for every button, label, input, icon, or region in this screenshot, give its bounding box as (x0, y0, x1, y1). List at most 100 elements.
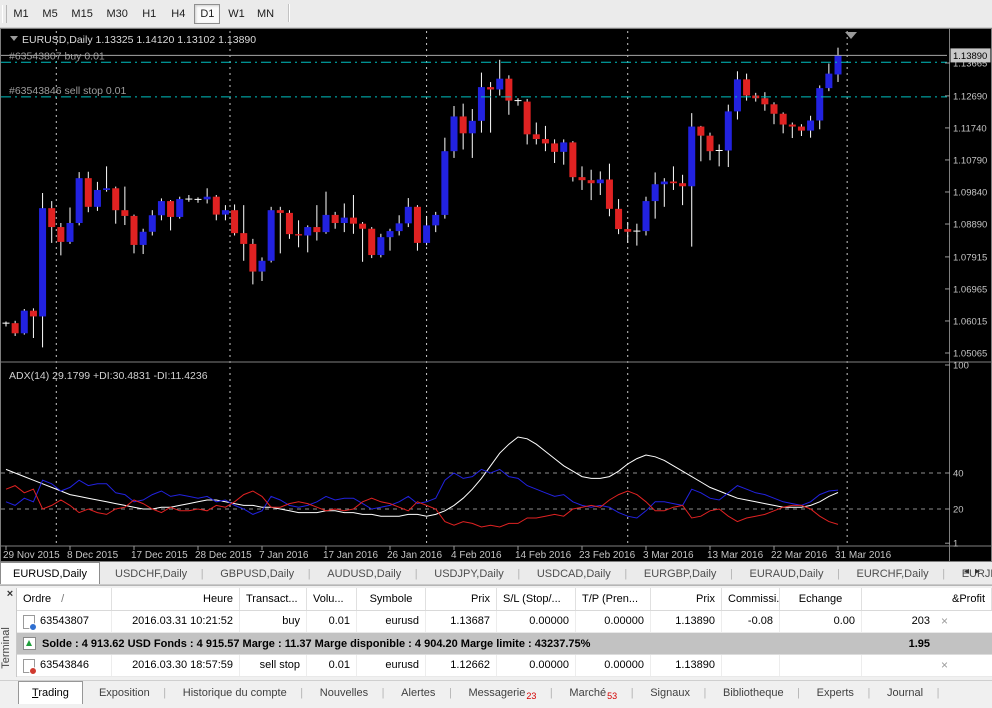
timeframe-button-m30[interactable]: M30 (101, 4, 133, 24)
date-tick-label: 28 Dec 2015 (195, 550, 252, 561)
tab-scroll-right-icon[interactable]: ▸ (975, 566, 986, 577)
price-tick-label: 1.05065 (953, 349, 987, 360)
symbol-tab-bar: EURUSD,Daily USDCHF,Daily| GBPUSD,Daily|… (0, 562, 992, 585)
column-header-tp[interactable]: T/P (Pren... (576, 588, 651, 610)
terminal-tab-bibliotheque[interactable]: Bibliotheque (710, 682, 797, 705)
timeframe-button-m5[interactable]: M5 (37, 4, 63, 24)
toolbar-grip[interactable] (2, 5, 7, 23)
tab-separator: | (306, 568, 312, 580)
symbol-tab-gbpusd[interactable]: GBPUSD,Daily (208, 563, 306, 585)
column-header-ordre[interactable]: Ordre/ (17, 588, 112, 610)
terminal-tab-messagerie[interactable]: Messagerie23 (455, 682, 549, 705)
tab-label: Messagerie (468, 687, 525, 699)
price-tick-label: 1.07915 (953, 252, 987, 263)
balance-row[interactable]: Solde : 4 913.62 USD Fonds : 4 915.57 Ma… (17, 633, 992, 655)
column-header-profit[interactable]: &Profit (862, 588, 992, 610)
column-header-prix-open[interactable]: Prix (426, 588, 497, 610)
symbol-tab-euraud[interactable]: EURAUD,Daily (737, 563, 835, 585)
date-tick-label: 8 Dec 2015 (67, 550, 119, 561)
timeframe-button-d1[interactable]: D1 (194, 4, 220, 24)
symbol-tab-usdcad[interactable]: USDCAD,Daily (525, 563, 623, 585)
terminal-tab-journal[interactable]: Journal (874, 682, 936, 705)
order-row-buy[interactable]: 63543807 2016.03.31 10:21:52 buy 0.01 eu… (17, 611, 992, 633)
date-tick-label: 4 Feb 2016 (451, 550, 502, 561)
tab-separator: | (941, 568, 947, 580)
terminal-tab-nouvelles[interactable]: Nouvelles (307, 682, 381, 705)
order-row-sell-stop[interactable]: 63543846 2016.03.30 18:57:59 sell stop 0… (17, 655, 992, 677)
tab-scroll-left-icon[interactable]: ◂ (964, 566, 975, 577)
terminal-tab-marche[interactable]: Marché53 (556, 682, 630, 705)
marche-badge: 53 (607, 691, 617, 701)
messagerie-badge: 23 (526, 691, 536, 701)
order-close-icon[interactable]: × (941, 655, 948, 676)
terminal-tab-trading[interactable]: Trading (18, 681, 83, 704)
tab-separator: | (300, 687, 304, 699)
terminal-tab-exposition[interactable]: Exposition (86, 682, 163, 705)
order-type: buy (240, 611, 307, 632)
date-tick-label: 22 Mar 2016 (771, 550, 828, 561)
order-ticket-cell: 63543846 (17, 655, 112, 676)
terminal-tab-experts[interactable]: Experts (804, 682, 867, 705)
timeframe-button-mn[interactable]: MN (253, 4, 279, 24)
date-tick-label: 3 Mar 2016 (643, 550, 694, 561)
timeframe-button-h1[interactable]: H1 (136, 4, 162, 24)
order-open-price: 1.13687 (426, 611, 497, 632)
order-tp: 0.00000 (576, 655, 651, 676)
indicator-tick-label: 20 (953, 505, 964, 516)
price-tick-label: 1.08890 (953, 220, 987, 231)
symbol-tab-usdchf[interactable]: USDCHF,Daily (103, 563, 199, 585)
tab-separator: | (623, 568, 629, 580)
chart-window[interactable]: #63543807 buy 0.01#63543846 sell stop 0.… (0, 28, 992, 562)
price-tick-label: 1.06965 (953, 284, 987, 295)
order-symbol: eurusd (357, 655, 426, 676)
symbol-tab-usdjpy[interactable]: USDJPY,Daily (422, 563, 516, 585)
sort-indicator-icon: / (61, 593, 64, 605)
terminal-close-icon[interactable]: × (4, 588, 16, 600)
chart-background (1, 29, 991, 561)
timeframe-button-m1[interactable]: M1 (8, 4, 34, 24)
terminal-tab-alertes[interactable]: Alertes (388, 682, 448, 705)
date-tick-label: 29 Nov 2015 (3, 550, 60, 561)
terminal-panel: × Terminal Ordre/ Heure Transact... Volu… (0, 585, 992, 704)
timeframe-button-m15[interactable]: M15 (66, 4, 98, 24)
column-header-volume[interactable]: Volu... (307, 588, 357, 610)
column-header-commission[interactable]: Commissi... (722, 588, 780, 610)
symbol-tab-eurusd[interactable]: EURUSD,Daily (0, 562, 100, 584)
order-swap: 0.00 (780, 611, 862, 632)
chart-canvas[interactable]: #63543807 buy 0.01#63543846 sell stop 0.… (1, 29, 991, 561)
tab-separator: | (703, 687, 707, 699)
order-time: 2016.03.30 18:57:59 (112, 655, 240, 676)
order-commission: -0.08 (722, 611, 780, 632)
order-close-icon[interactable]: × (941, 611, 948, 632)
chart-title-text: EURUSD,Daily 1.13325 1.14120 1.13102 1.1… (22, 34, 256, 46)
symbol-tab-audusd[interactable]: AUDUSD,Daily (315, 563, 413, 585)
terminal-tab-historique[interactable]: Historique du compte (170, 682, 300, 705)
column-header-transaction[interactable]: Transact... (240, 588, 307, 610)
date-tick-label: 14 Feb 2016 (515, 550, 572, 561)
timeframe-button-w1[interactable]: W1 (223, 4, 249, 24)
date-tick-label: 7 Jan 2016 (259, 550, 309, 561)
order-profit-cell: × (862, 655, 992, 676)
timeframe-button-h4[interactable]: H4 (165, 4, 191, 24)
tab-separator: | (413, 568, 419, 580)
tab-separator: | (199, 568, 205, 580)
order-document-icon (23, 615, 35, 629)
indicator-label: ADX(14) 29.1799 +DI:30.4831 -DI:11.4236 (9, 370, 208, 382)
column-header-echange[interactable]: Echange (780, 588, 862, 610)
order-volume: 0.01 (307, 655, 357, 676)
column-header-prix-current[interactable]: Prix (651, 588, 722, 610)
tab-separator: | (867, 687, 871, 699)
terminal-tab-signaux[interactable]: Signaux (637, 682, 703, 705)
order-sl: 0.00000 (497, 655, 576, 676)
column-header-sl[interactable]: S/L (Stop/... (497, 588, 576, 610)
tab-separator: | (728, 568, 734, 580)
order-current-price: 1.13890 (651, 655, 722, 676)
order-document-icon (23, 659, 35, 673)
symbol-tab-eurchf[interactable]: EURCHF,Daily (845, 563, 941, 585)
tab-separator: | (516, 568, 522, 580)
order-ticket: 63543807 (40, 611, 89, 632)
order-volume: 0.01 (307, 611, 357, 632)
symbol-tab-eurgbp[interactable]: EURGBP,Daily (632, 563, 729, 585)
column-header-heure[interactable]: Heure (112, 588, 240, 610)
column-header-symbole[interactable]: Symbole (357, 588, 426, 610)
